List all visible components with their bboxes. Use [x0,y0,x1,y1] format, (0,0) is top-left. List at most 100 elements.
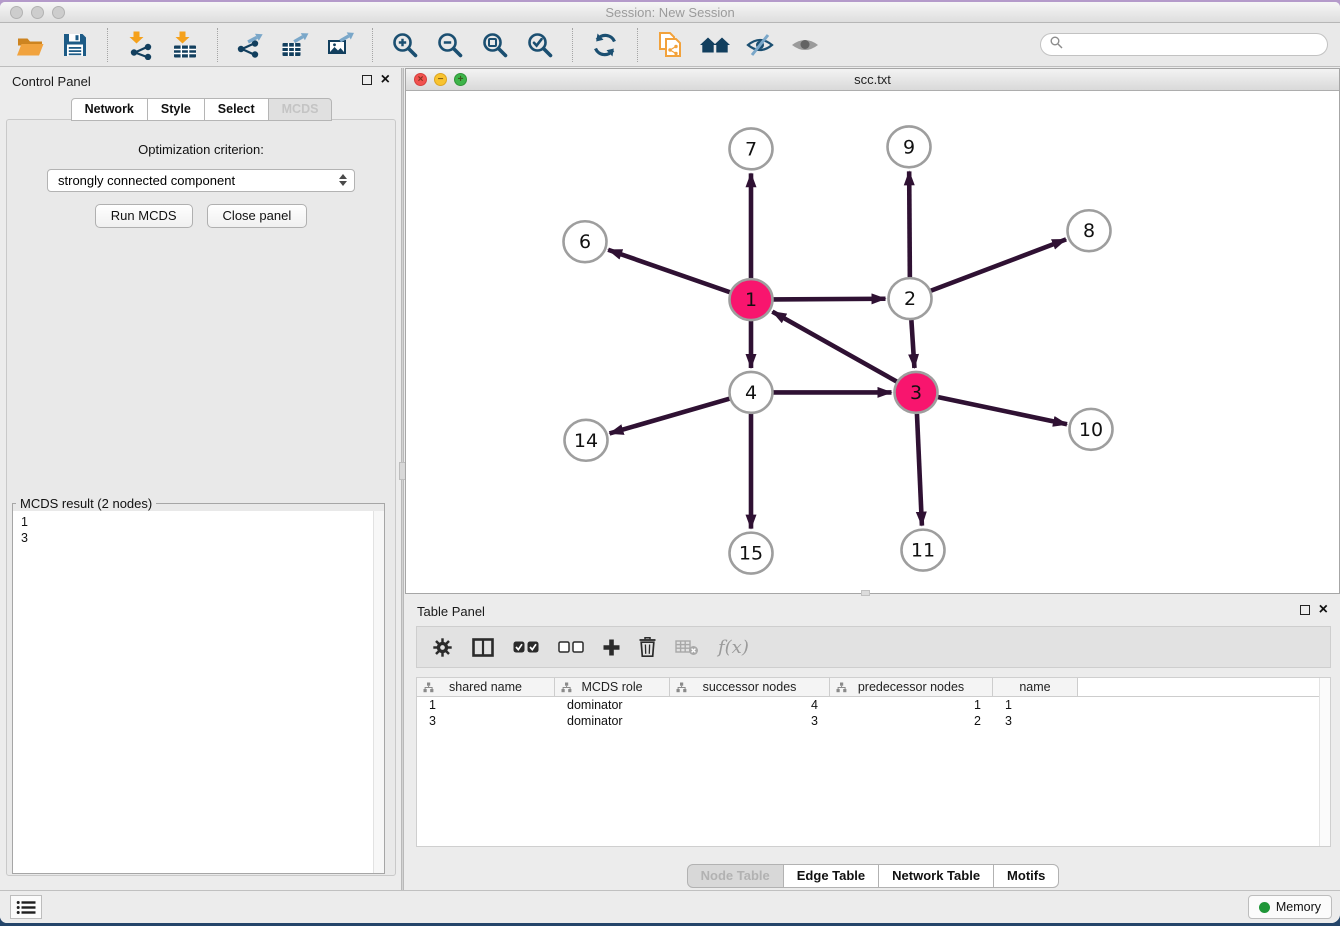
cell[interactable]: 4 [670,697,830,713]
result-line: 1 [21,514,370,530]
float-table-panel-icon[interactable] [1300,605,1310,615]
node-label-11: 11 [911,540,935,562]
edge-3-10[interactable] [937,397,1067,424]
zoom-out-icon[interactable] [432,28,468,62]
edge-4-14[interactable] [610,398,731,433]
task-history-button[interactable] [10,895,42,919]
import-table-icon[interactable] [167,28,203,62]
search-icon [1050,36,1063,54]
horizontal-splitter-grip[interactable] [861,590,870,596]
control-panel-tabs: NetworkStyleSelectMCDS [0,98,402,121]
cell[interactable]: 1 [830,697,993,713]
result-scrollbar[interactable] [373,511,384,873]
tab-motifs[interactable]: Motifs [993,864,1059,888]
show-all-eye-icon[interactable] [787,28,823,62]
control-panel-title: Control Panel [12,74,91,89]
edge-2-3[interactable] [911,320,914,368]
tab-network-table[interactable]: Network Table [878,864,994,888]
tab-select[interactable]: Select [204,98,269,121]
tab-mcds[interactable]: MCDS [268,98,333,121]
zoom-fit-icon[interactable] [477,28,513,62]
zoom-window-button[interactable] [52,6,65,19]
mcds-result-text[interactable]: 13 [13,511,384,873]
toolbar-separator [372,28,373,62]
export-network-icon[interactable] [232,28,268,62]
column-header-mcds-role[interactable]: MCDS role [555,678,670,696]
hide-selected-eye-icon[interactable] [742,28,778,62]
node-label-14: 14 [574,430,598,452]
minimize-window-button[interactable] [31,6,44,19]
network-window-close-button[interactable]: × [414,73,427,86]
cell[interactable]: 1 [417,697,555,713]
edge-2-9[interactable] [909,171,910,277]
refresh-layout-icon[interactable] [587,28,623,62]
tab-network[interactable]: Network [71,98,148,121]
column-header-successor-nodes[interactable]: successor nodes [670,678,830,696]
node-label-8: 8 [1083,220,1095,242]
node-label-4: 4 [745,382,757,404]
close-table-panel-icon[interactable]: × [1319,604,1328,615]
cell[interactable]: 2 [830,713,993,729]
column-header-shared-name[interactable]: shared name [417,678,555,696]
tab-style[interactable]: Style [147,98,205,121]
edge-3-1[interactable] [772,312,897,382]
network-window-zoom-button[interactable]: + [454,73,467,86]
table-body: 1dominator4113dominator323 [417,697,1330,729]
column-label: predecessor nodes [858,680,964,694]
table-row[interactable]: 3dominator323 [417,713,1330,729]
cell[interactable]: dominator [555,713,670,729]
criterion-select[interactable]: strongly connected component [47,169,355,192]
column-label: name [1019,680,1050,694]
table-panel: Table Panel × f(x) shared nameMCDS roles… [405,598,1340,890]
search-box[interactable] [1040,33,1328,56]
node-label-3: 3 [910,382,922,404]
select-all-rows-icon[interactable] [513,641,539,653]
cell[interactable]: 3 [993,713,1078,729]
run-mcds-button[interactable]: Run MCDS [95,204,193,228]
clone-network-icon[interactable] [652,28,688,62]
open-session-folder-icon[interactable] [12,28,48,62]
cell[interactable]: 3 [670,713,830,729]
zoom-in-icon[interactable] [387,28,423,62]
import-network-icon[interactable] [122,28,158,62]
search-input[interactable] [1069,36,1318,53]
tab-edge-table[interactable]: Edge Table [783,864,879,888]
close-window-button[interactable] [10,6,23,19]
create-column-plus-icon[interactable] [603,639,620,656]
column-header-predecessor-nodes[interactable]: predecessor nodes [830,678,993,696]
node-label-9: 9 [903,136,915,158]
edge-1-6[interactable] [608,250,731,293]
close-panel-button[interactable]: Close panel [207,204,308,228]
mcds-result-group: MCDS result (2 nodes) 13 [12,496,385,874]
cell[interactable]: 3 [417,713,555,729]
table-settings-gear-icon[interactable] [432,637,453,658]
vertical-splitter[interactable] [401,68,404,890]
table-scrollbar[interactable] [1319,678,1330,846]
cell[interactable]: 1 [993,697,1078,713]
node-table: shared nameMCDS rolesuccessor nodes prede… [416,677,1331,847]
network-canvas[interactable]: 7968124314101511 [406,91,1339,593]
edge-1-2[interactable] [772,299,885,300]
table-row[interactable]: 1dominator411 [417,697,1330,713]
export-image-icon[interactable] [322,28,358,62]
tab-node-table[interactable]: Node Table [687,864,784,888]
delete-table-icon-disabled [675,639,699,656]
column-header-name[interactable]: name [993,678,1078,696]
deselect-all-rows-icon[interactable] [558,641,584,653]
memory-button[interactable]: Memory [1248,895,1332,919]
application-window: Session: New Session Control Panel [0,2,1340,923]
criterion-value: strongly connected component [58,173,235,188]
edge-3-11[interactable] [917,414,922,526]
export-table-icon[interactable] [277,28,313,62]
memory-status-icon [1259,902,1270,913]
close-panel-icon[interactable]: × [381,74,390,85]
zoom-selected-icon[interactable] [522,28,558,62]
first-neighbors-icon[interactable] [697,28,733,62]
save-session-icon[interactable] [57,28,93,62]
delete-column-trash-icon[interactable] [639,637,656,657]
show-columns-icon[interactable] [472,638,494,657]
cell[interactable]: dominator [555,697,670,713]
float-panel-icon[interactable] [362,75,372,85]
edge-2-8[interactable] [930,239,1066,291]
network-window-minimize-button[interactable]: − [434,73,447,86]
